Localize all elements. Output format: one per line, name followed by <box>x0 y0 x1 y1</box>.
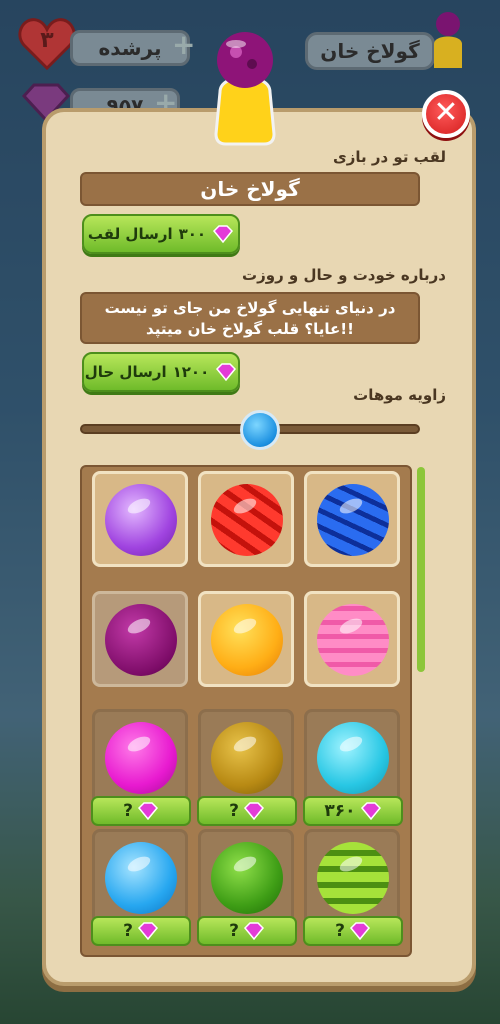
ball-highlight <box>231 495 259 517</box>
skin-cell-red-stripes[interactable] <box>198 471 294 567</box>
skin-grid-scrollbar[interactable] <box>417 467 425 672</box>
skin-ball-sky-blue <box>105 842 177 914</box>
skin-price-value: ? <box>335 921 345 941</box>
skin-price-button[interactable]: ۳۶۰ <box>303 796 403 826</box>
add-lives-plus-icon[interactable]: + <box>172 31 195 59</box>
skin-ball-magenta-floral <box>105 604 177 676</box>
ball-highlight <box>337 733 365 755</box>
about-text-line2: عایا؟ قلب گولاخ خان میتپد!! <box>146 320 354 338</box>
gem-icon <box>137 802 158 820</box>
skin-cell-sky-blue[interactable]: ? <box>91 829 191 946</box>
hair-angle-slider-handle[interactable] <box>240 410 281 450</box>
skin-ball-pink-waves <box>317 604 389 676</box>
player-name-text: گولاخ خان <box>320 39 420 63</box>
skin-ball-gold-leopard <box>211 722 283 794</box>
nickname-label: لقب تو در بازی <box>333 148 446 166</box>
skin-price-value: ? <box>123 801 133 821</box>
lives-count: ۳ <box>40 28 54 53</box>
skin-cell-lime-stripes[interactable]: ? <box>303 829 403 946</box>
send-nickname-price: ۳۰۰ <box>178 225 207 243</box>
player-avatar <box>214 32 276 146</box>
skin-ball-green-spots <box>211 842 283 914</box>
gem-icon <box>243 802 264 820</box>
ball-highlight <box>125 615 153 637</box>
nickname-value: گولاخ خان <box>200 177 300 201</box>
skin-ball-purple-swirl <box>105 484 177 556</box>
skin-cell-orange-swirl[interactable] <box>198 591 294 687</box>
gem-icon <box>349 922 370 940</box>
ball-highlight <box>337 495 365 517</box>
player-name-badge: گولاخ خان <box>305 32 435 70</box>
skin-ball-pink-dots <box>105 722 177 794</box>
skin-cell-gold-leopard[interactable]: ? <box>197 709 297 826</box>
skin-price-value: ? <box>229 921 239 941</box>
ball-highlight <box>337 615 365 637</box>
gem-icon <box>216 363 237 381</box>
skin-cell-green-spots[interactable]: ? <box>197 829 297 946</box>
skin-price-button[interactable]: ? <box>197 796 297 826</box>
gem-icon <box>360 802 381 820</box>
send-status-button[interactable]: ارسال حال ۱۲۰۰ <box>82 352 240 392</box>
skin-price-button[interactable]: ? <box>91 796 191 826</box>
skin-ball-lime-stripes <box>317 842 389 914</box>
ball-highlight <box>337 853 365 875</box>
close-button[interactable]: ✕ <box>422 90 470 138</box>
nickname-field[interactable]: گولاخ خان <box>80 172 420 206</box>
skin-price-value: ۳۶۰ <box>324 801 356 821</box>
skin-ball-blue-waves <box>317 484 389 556</box>
skin-price-button[interactable]: ? <box>303 916 403 946</box>
ball-highlight <box>231 853 259 875</box>
skin-price-value: ? <box>229 801 239 821</box>
skin-ball-orange-swirl <box>211 604 283 676</box>
ball-highlight <box>125 495 153 517</box>
skin-cell-purple-swirl[interactable] <box>92 471 188 567</box>
skin-cell-pink-waves[interactable] <box>304 591 400 687</box>
gem-icon <box>243 922 264 940</box>
ball-highlight <box>125 853 153 875</box>
send-nickname-label: ارسال لقب <box>87 225 173 243</box>
skin-price-button[interactable]: ? <box>197 916 297 946</box>
skin-cell-pink-dots[interactable]: ? <box>91 709 191 826</box>
ball-highlight <box>231 733 259 755</box>
send-status-label: ارسال حال <box>84 363 167 381</box>
hair-angle-label: زاویه موهات <box>353 386 446 404</box>
skin-cell-cyan-spiral[interactable]: ۳۶۰ <box>303 709 403 826</box>
send-nickname-button[interactable]: ارسال لقب ۳۰۰ <box>82 214 240 254</box>
skin-grid: ?? ۳۶۰??? <box>80 465 412 957</box>
ball-highlight <box>231 615 259 637</box>
gem-icon <box>213 225 234 243</box>
gem-icon <box>137 922 158 940</box>
about-text-line1: در دنیای تنهایی گولاخ من جای تو نیست <box>104 299 396 317</box>
skin-cell-blue-waves[interactable] <box>304 471 400 567</box>
lives-status-text: پرشده <box>98 36 162 60</box>
about-text-field[interactable]: در دنیای تنهایی گولاخ من جای تو نیست عای… <box>80 292 420 344</box>
send-status-price: ۱۲۰۰ <box>172 363 210 381</box>
ball-highlight <box>125 733 153 755</box>
skin-ball-red-stripes <box>211 484 283 556</box>
skin-price-value: ? <box>123 921 133 941</box>
skin-price-button[interactable]: ? <box>91 916 191 946</box>
skin-cell-magenta-floral[interactable] <box>92 591 188 687</box>
skin-ball-cyan-spiral <box>317 722 389 794</box>
about-label: درباره خودت و حال و روزت <box>242 266 446 284</box>
mini-avatar-icon <box>434 12 462 68</box>
